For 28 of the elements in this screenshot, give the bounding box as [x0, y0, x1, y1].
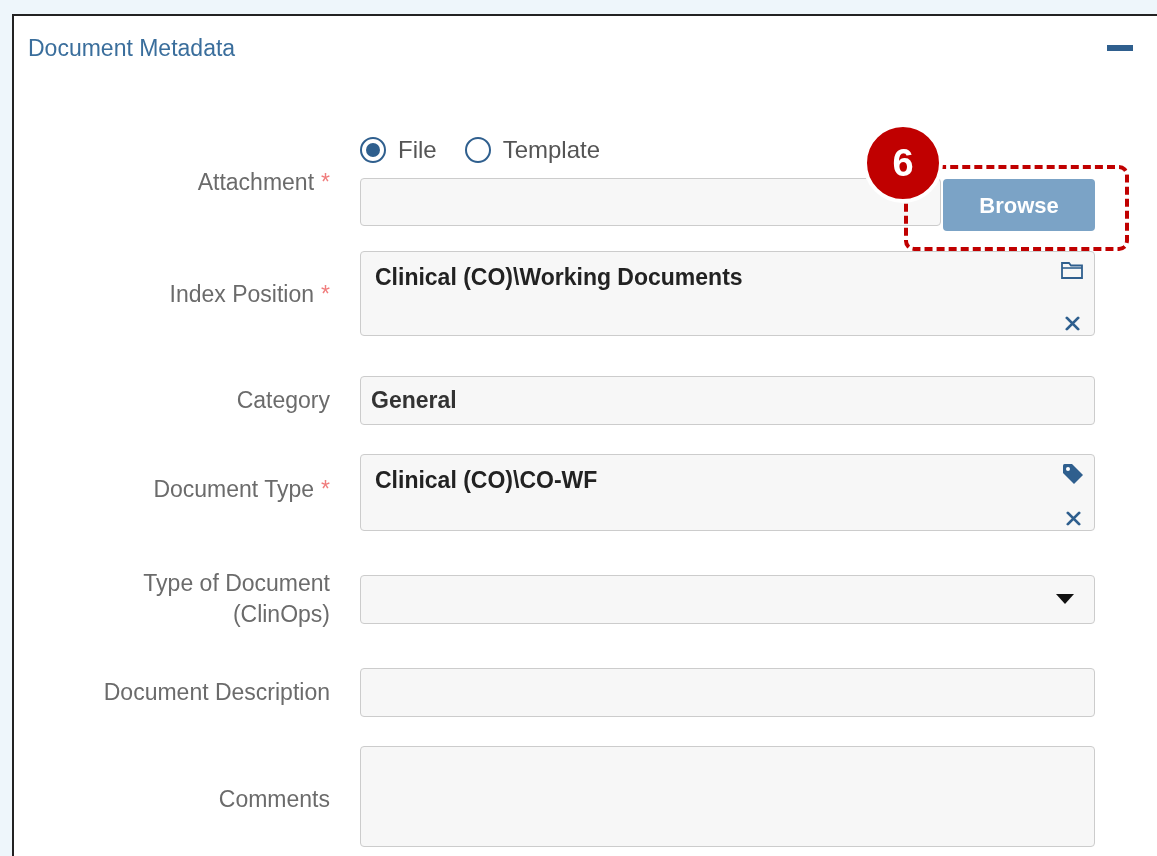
attachment-field[interactable] [360, 178, 941, 226]
path-field[interactable]: Clinical (CO)\CO-WF [360, 454, 1095, 531]
required-mark: * [321, 475, 330, 504]
radio-option[interactable]: Template [464, 132, 601, 168]
field-label: Comments [218, 785, 330, 814]
text-field[interactable] [360, 668, 1095, 717]
radio-option[interactable]: File [360, 132, 437, 168]
panel-title: Document Metadata [28, 33, 236, 63]
text-field[interactable]: General [360, 376, 1095, 425]
clear-icon[interactable] [1065, 511, 1081, 526]
field-label: Index Position [169, 280, 315, 309]
field-value: Clinical (CO)\Working Documents [375, 263, 743, 292]
dropdown-field[interactable] [360, 574, 1095, 624]
field-label: Document Type [153, 475, 315, 504]
field-label: Attachment [197, 167, 315, 197]
caret-icon [1056, 594, 1074, 604]
field-label: Document Description [103, 678, 330, 707]
field-label: Category [236, 386, 330, 415]
required-mark: * [321, 280, 330, 309]
required-mark: * [321, 167, 330, 197]
comments-field[interactable] [360, 746, 1095, 847]
path-field[interactable]: Clinical (CO)\Working Documents [360, 251, 1095, 336]
field-label: Type of Document (ClinOps) [142, 569, 330, 629]
tag-icon[interactable] [1062, 463, 1084, 485]
clear-icon[interactable] [1064, 316, 1080, 331]
field-value: General [371, 386, 457, 416]
folder-icon[interactable] [1060, 260, 1084, 280]
field-value: Clinical (CO)\CO-WF [375, 466, 598, 495]
